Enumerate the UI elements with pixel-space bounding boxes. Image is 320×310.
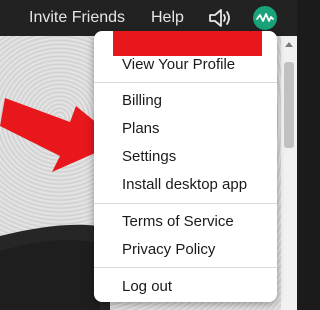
user-avatar[interactable] <box>253 6 277 30</box>
menu-item-privacy-policy[interactable]: Privacy Policy <box>122 241 215 259</box>
menu-item-billing[interactable]: Billing <box>122 92 162 110</box>
vertical-scrollbar[interactable] <box>281 36 297 310</box>
menu-item-log-out[interactable]: Log out <box>122 278 172 296</box>
menu-item-view-profile[interactable]: View Your Profile <box>122 56 235 74</box>
help-link[interactable]: Help <box>151 8 184 28</box>
menu-item-terms-of-service[interactable]: Terms of Service <box>122 213 234 231</box>
redacted-username <box>113 31 262 56</box>
menu-divider <box>94 203 277 204</box>
menu-item-install-desktop-app[interactable]: Install desktop app <box>122 176 247 194</box>
profile-dropdown-menu: View Your Profile Billing Plans Settings… <box>94 31 277 302</box>
menu-item-settings[interactable]: Settings <box>122 148 176 166</box>
menu-divider <box>94 82 277 83</box>
speaker-icon[interactable] <box>207 7 233 29</box>
scroll-thumb[interactable] <box>284 62 294 148</box>
scroll-up-arrow-icon[interactable] <box>285 42 293 47</box>
menu-item-plans[interactable]: Plans <box>122 120 160 138</box>
menu-divider <box>94 267 277 268</box>
invite-friends-link[interactable]: Invite Friends <box>29 8 125 28</box>
waveform-avatar-icon <box>256 13 274 22</box>
